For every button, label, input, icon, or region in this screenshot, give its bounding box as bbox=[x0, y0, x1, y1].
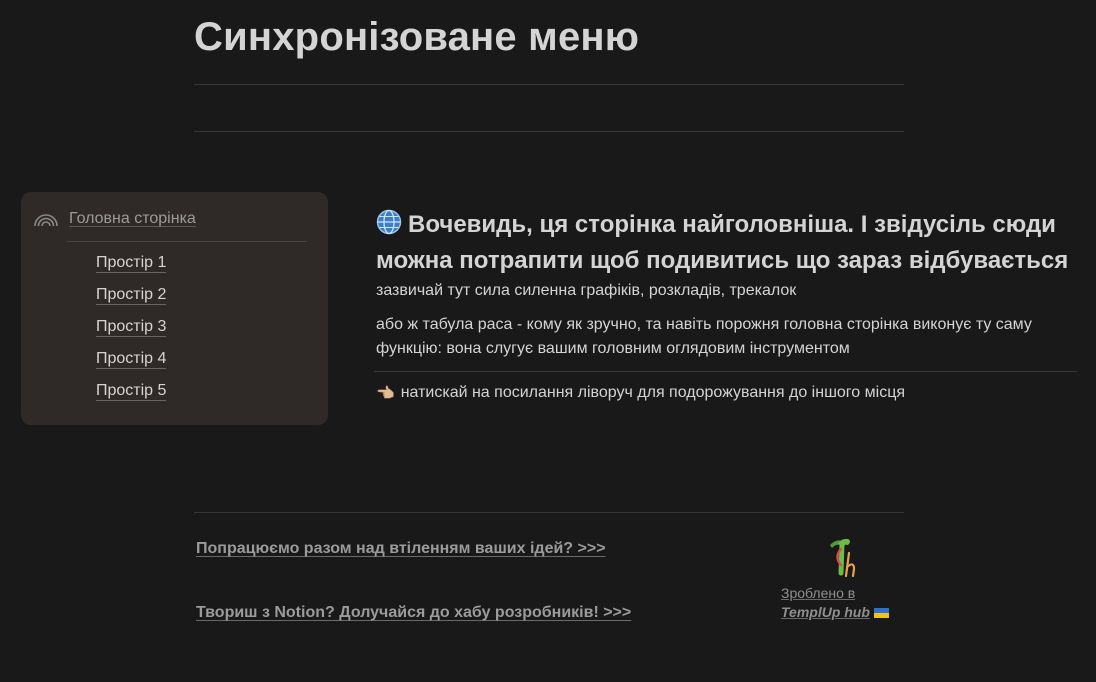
rainbow-icon bbox=[33, 211, 59, 227]
divider-top-1 bbox=[194, 84, 904, 85]
templup-logo bbox=[824, 535, 864, 584]
home-nav-item[interactable]: Головна сторінка bbox=[33, 210, 196, 228]
divider-top-2 bbox=[194, 131, 904, 132]
paragraph-tabula-rasa: або ж табула раса - кому як зручно, та н… bbox=[376, 316, 1032, 357]
developer-hub-link[interactable]: Твориш з Notion? Долучайся до хабу розро… bbox=[196, 604, 631, 622]
pointing-left-hand-icon: 👈🏼 bbox=[376, 385, 395, 402]
brand-name[interactable]: TemplUp hub bbox=[781, 604, 870, 620]
list-item: Простір 4 bbox=[96, 350, 167, 382]
footer-divider bbox=[194, 512, 904, 513]
made-by-credit[interactable]: Зроблено в TemplUp hub bbox=[781, 584, 889, 623]
ukraine-flag-icon bbox=[873, 604, 889, 623]
space-list: Простір 1 Простір 2 Простір 3 Простір 4 … bbox=[96, 254, 167, 414]
list-item: Простір 1 bbox=[96, 254, 167, 286]
content-divider bbox=[374, 371, 1077, 372]
space-link-2[interactable]: Простір 2 bbox=[96, 286, 167, 305]
list-item: Простір 2 bbox=[96, 286, 167, 318]
space-link-5[interactable]: Простір 5 bbox=[96, 382, 167, 401]
hint-text: натискай на посилання ліворуч для подоро… bbox=[400, 384, 906, 401]
card-divider bbox=[67, 241, 307, 242]
home-page-link[interactable]: Головна сторінка bbox=[69, 210, 196, 228]
main-heading: Вочевидь, ця сторінка найголовніша. І зв… bbox=[376, 208, 1088, 277]
space-link-3[interactable]: Простір 3 bbox=[96, 318, 167, 337]
collaborate-link[interactable]: Попрацюємо разом над втіленням ваших іде… bbox=[196, 540, 606, 558]
sync-menu-card: Головна сторінка Простір 1 Простір 2 Про… bbox=[21, 192, 328, 425]
page-title: Синхронізоване меню bbox=[194, 15, 640, 59]
main-heading-text: Вочевидь, ця сторінка найголовніша. І зв… bbox=[376, 211, 1069, 274]
list-item: Простір 5 bbox=[96, 382, 167, 414]
paragraph-charts: зазвичай тут сила силенна графіків, розк… bbox=[376, 282, 797, 299]
list-item: Простір 3 bbox=[96, 318, 167, 350]
globe-icon bbox=[376, 209, 402, 244]
space-link-1[interactable]: Простір 1 bbox=[96, 254, 167, 273]
made-by-prefix: Зроблено в bbox=[781, 585, 856, 601]
space-link-4[interactable]: Простір 4 bbox=[96, 350, 167, 369]
hint-line: 👈🏼 натискай на посилання ліворуч для под… bbox=[376, 384, 905, 402]
